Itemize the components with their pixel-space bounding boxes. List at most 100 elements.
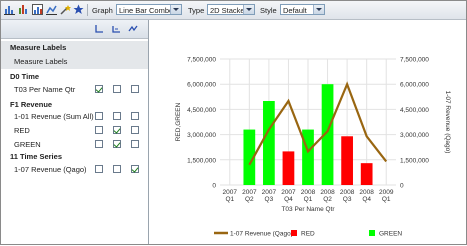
- checkbox-d0-col3[interactable]: [131, 85, 139, 93]
- x-tick-label-year: 2008: [301, 189, 316, 196]
- table-chart-icon[interactable]: [32, 4, 43, 15]
- x-tick-label-quarter: Q2: [323, 196, 332, 203]
- toolbar-separator: [87, 4, 88, 16]
- chart-area: 0 0 1,500,000 1,500,000 3,000,000 3,000,000 4,…: [150, 20, 466, 244]
- row-label: RED: [14, 126, 30, 135]
- y-tick-label-left: 4,500,000: [187, 107, 216, 114]
- x-tick-label-quarter: Q3: [265, 196, 274, 203]
- x-tick-label-year: 2007: [223, 189, 238, 196]
- y-tick-label-right: 7,500,000: [400, 57, 429, 64]
- style-label: Style: [260, 6, 277, 15]
- x-axis-title: T03 Per Name Qtr: [281, 206, 335, 213]
- x-tick-label-year: 2007: [242, 189, 257, 196]
- axis-left-icon[interactable]: [94, 24, 104, 34]
- y-tick-label-left: 7,500,000: [187, 57, 216, 64]
- x-tick-label-quarter: Q3: [343, 196, 352, 203]
- bar-chart-icon[interactable]: [18, 4, 29, 15]
- x-tick-label-quarter: Q4: [284, 196, 293, 203]
- row-revenue-sum-all: 1-01 Revenue (Sum All): [1, 110, 148, 124]
- chevron-down-icon[interactable]: [313, 5, 324, 14]
- row-revenue-qago: 1-07 Revenue (Qago): [1, 163, 148, 177]
- group-11-time-series: 11 Time Series: [1, 150, 148, 164]
- x-tick-label-quarter: Q2: [245, 196, 254, 203]
- y-tick-label-left: 6,000,000: [187, 82, 216, 89]
- bar-red: [282, 151, 295, 185]
- bar-green: [263, 101, 275, 185]
- checkbox-qago-col3[interactable]: [131, 165, 139, 173]
- graph-toolbar: Graph Line Bar Combo Type 2D Stacked Sty…: [1, 1, 466, 20]
- legend-label-green: GREEN: [379, 231, 402, 238]
- type-label: Type: [188, 6, 205, 15]
- y-tick-label-right: 4,500,000: [400, 107, 429, 114]
- checkbox-red-col1[interactable]: [95, 126, 103, 134]
- group-label: F1 Revenue: [10, 100, 53, 109]
- checkbox-sum-all-col1[interactable]: [95, 112, 103, 120]
- y-tick-label-right: 3,000,000: [400, 132, 429, 139]
- y-tick-label-left: 3,000,000: [187, 132, 216, 139]
- y-axis-title-right: 1-07 Revenue (Qago): [444, 91, 451, 154]
- bar-red: [360, 163, 373, 185]
- checkbox-green-col2[interactable]: [113, 140, 121, 148]
- row-label: T03 Per Name Qtr: [14, 85, 76, 94]
- panel-header: [1, 20, 148, 39]
- x-tick-label-year: 2009: [379, 189, 394, 196]
- magic-wand-icon[interactable]: [60, 4, 71, 15]
- checkbox-red-col2[interactable]: [113, 126, 121, 134]
- bar-red: [341, 136, 353, 185]
- row-label: 1-07 Revenue (Qago): [14, 165, 87, 174]
- row-label: GREEN: [14, 140, 41, 149]
- chart-view-icon[interactable]: [4, 4, 15, 15]
- checkbox-green-col3[interactable]: [131, 140, 139, 148]
- checkbox-red-col3[interactable]: [131, 126, 139, 134]
- legend-label-revenue-qago: 1-07 Revenue (Qago): [230, 231, 293, 238]
- checkbox-sum-all-col3[interactable]: [131, 112, 139, 120]
- y-axis-title-left: RED,GREEN: [175, 102, 182, 141]
- legend-swatch-green: [369, 230, 375, 236]
- graph-select-value: Line Bar Combo: [119, 6, 174, 15]
- checkbox-green-col1[interactable]: [95, 140, 103, 148]
- row-red: RED: [1, 124, 148, 138]
- axis-bottom-icon[interactable]: [111, 24, 121, 34]
- group-measure-labels: Measure Labels: [1, 41, 148, 55]
- row-label: Measure Labels: [14, 57, 68, 66]
- x-tick-label-quarter: Q4: [362, 196, 371, 203]
- checkbox-sum-all-col2[interactable]: [113, 112, 121, 120]
- y-tick-label-right: 0: [400, 183, 404, 190]
- group-label: D0 Time: [10, 72, 40, 81]
- x-tick-label-quarter: Q1: [382, 196, 391, 203]
- series-line-icon[interactable]: [128, 24, 138, 34]
- line-chart-icon[interactable]: [46, 4, 57, 15]
- x-tick-label-year: 2007: [281, 189, 296, 196]
- row-measure-labels: Measure Labels: [1, 55, 148, 69]
- x-tick-label-quarter: Q1: [225, 196, 234, 203]
- x-tick-label-year: 2008: [340, 189, 355, 196]
- line-bar-combo-chart: 0 0 1,500,000 1,500,000 3,000,000 3,000,000 4,…: [175, 57, 451, 238]
- row-t03-per-name-qtr: T03 Per Name Qtr: [1, 83, 148, 97]
- x-tick-label-year: 2008: [320, 189, 335, 196]
- measure-labels-panel: Measure Labels Measure Labels D0 Time T0…: [1, 20, 149, 244]
- chevron-down-icon[interactable]: [243, 5, 254, 14]
- row-label: 1-01 Revenue (Sum All): [14, 112, 94, 121]
- window-frame: Graph Line Bar Combo Type 2D Stacked Sty…: [0, 0, 467, 245]
- x-tick-label-year: 2007: [262, 189, 277, 196]
- graph-label: Graph: [92, 6, 113, 15]
- x-tick-label-year: 2008: [359, 189, 374, 196]
- legend-label-red: RED: [301, 231, 315, 238]
- checkbox-qago-col2[interactable]: [113, 165, 121, 173]
- chevron-down-icon[interactable]: [170, 5, 181, 14]
- style-select[interactable]: Default: [280, 4, 325, 15]
- style-select-value: Default: [283, 6, 307, 15]
- x-tick-label-quarter: Q1: [304, 196, 313, 203]
- legend-swatch-red: [291, 230, 297, 236]
- group-d0-time: D0 Time: [1, 70, 148, 84]
- group-label: 11 Time Series: [10, 152, 62, 161]
- y-tick-label-left: 1,500,000: [187, 157, 216, 164]
- y-tick-label-left: 0: [212, 183, 216, 190]
- checkbox-d0-col1[interactable]: [95, 85, 103, 93]
- group-label: Measure Labels: [10, 43, 67, 52]
- type-select[interactable]: 2D Stacked: [207, 4, 255, 15]
- checkbox-d0-col2[interactable]: [113, 85, 121, 93]
- star-icon[interactable]: [73, 4, 84, 15]
- graph-select[interactable]: Line Bar Combo: [116, 4, 182, 15]
- checkbox-qago-col1[interactable]: [95, 165, 103, 173]
